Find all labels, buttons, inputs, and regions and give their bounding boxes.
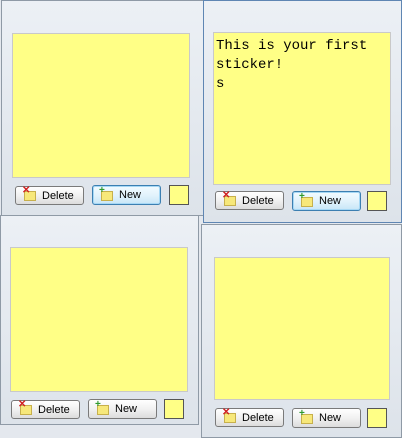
delete-button[interactable]: ✕ Delete	[11, 400, 80, 419]
new-button[interactable]: + New	[88, 399, 157, 419]
sticker-text-area[interactable]	[10, 247, 188, 392]
new-button[interactable]: + New	[92, 185, 161, 205]
new-note-icon: +	[299, 191, 314, 208]
delete-button[interactable]: ✕ Delete	[215, 408, 284, 427]
delete-note-icon: ✕	[22, 186, 37, 202]
sticker-text-area[interactable]	[214, 257, 390, 400]
delete-button[interactable]: ✕ Delete	[215, 191, 284, 210]
new-note-icon: +	[99, 185, 114, 202]
delete-note-icon: ✕	[222, 191, 237, 207]
new-note-icon: +	[95, 399, 110, 416]
delete-note-icon: ✕	[18, 400, 33, 416]
sticker-window-1: ✕ Delete + New	[1, 0, 204, 216]
new-button[interactable]: + New	[292, 408, 361, 428]
sticker-window-3: ✕ Delete + New	[0, 215, 199, 425]
color-picker-swatch[interactable]	[367, 408, 387, 428]
sticker-text-area[interactable]: This is your first sticker! s	[213, 32, 391, 185]
delete-button[interactable]: ✕ Delete	[15, 186, 84, 205]
new-button[interactable]: + New	[292, 191, 361, 211]
color-picker-swatch[interactable]	[169, 185, 189, 205]
color-picker-swatch[interactable]	[164, 399, 184, 419]
sticker-text-area[interactable]	[12, 33, 190, 178]
color-picker-swatch[interactable]	[367, 191, 387, 211]
delete-note-icon: ✕	[222, 408, 237, 424]
sticker-window-2: This is your first sticker! s ✕ Delete +…	[203, 0, 402, 223]
sticker-window-4: ✕ Delete + New	[201, 224, 402, 438]
new-note-icon: +	[299, 408, 314, 425]
